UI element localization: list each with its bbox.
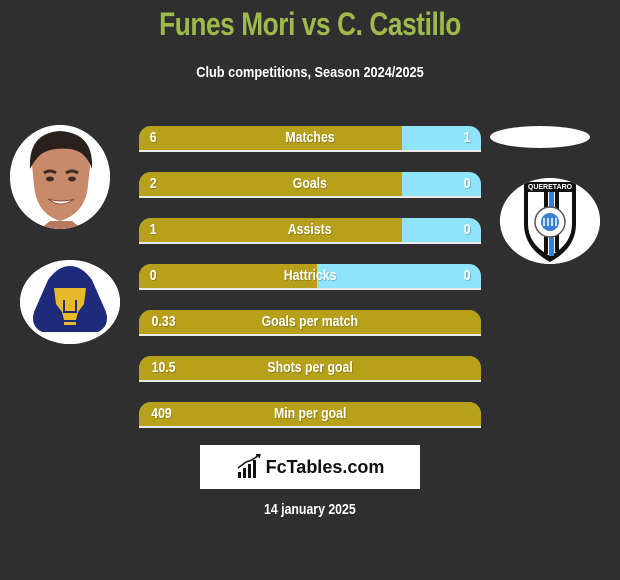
stat-row-hattricks: 0 Hattricks 0 [139,264,481,290]
right-value: 0 [463,264,471,288]
brand-name: FcTables.com [265,456,385,477]
stat-label: Goals [139,172,481,196]
right-value-text: 1 [463,129,471,146]
brand-logo[interactable]: FcTables.com [200,445,420,489]
stat-label: Hattricks [139,264,481,288]
stat-label-text: Shots per goal [267,359,353,376]
stat-label-text: Hattricks [283,267,337,284]
stat-label: Goals per match [139,310,481,334]
stat-row-assists: 1 Assists 0 [139,218,481,244]
stat-row-matches: 6 Matches 1 [139,126,481,152]
club-crest-left [20,260,120,344]
player-face-icon [10,125,110,229]
player-photo-right-placeholder [490,126,590,148]
stat-label-text: Matches [285,129,335,146]
stat-row-min-per-goal: 409 Min per goal [139,402,481,428]
pumas-crest-icon [20,260,120,344]
stat-label: Shots per goal [139,356,481,380]
stat-label-text: Assists [288,221,332,238]
queretaro-crest-icon: QUERETARO [500,178,600,264]
stat-row-shots-per-goal: 10.5 Shots per goal [139,356,481,382]
right-value: 1 [463,126,471,150]
date-label: 14 january 2025 [0,501,620,518]
page-title: Funes Mori vs C. Castillo [159,6,461,42]
player-photo-left [10,125,110,229]
date-text: 14 january 2025 [264,501,356,518]
club-crest-right: QUERETARO [500,178,600,264]
stat-label: Assists [139,218,481,242]
stat-label-text: Min per goal [273,405,347,422]
stat-label: Matches [139,126,481,150]
stat-row-goals: 2 Goals 0 [139,172,481,198]
stat-label: Min per goal [139,402,481,426]
stat-row-goals-per-match: 0.33 Goals per match [139,310,481,336]
bar-chart-icon [237,454,261,478]
right-value-text: 0 [463,175,471,192]
stat-label-text: Goals per match [261,313,359,330]
crest-text: QUERETARO [528,184,573,191]
page-subtitle: Club competitions, Season 2024/2025 [196,64,424,81]
right-value-text: 0 [463,267,471,284]
stat-label-text: Goals [292,175,328,192]
right-value-text: 0 [463,221,471,238]
right-value: 0 [463,172,471,196]
right-value: 0 [463,218,471,242]
